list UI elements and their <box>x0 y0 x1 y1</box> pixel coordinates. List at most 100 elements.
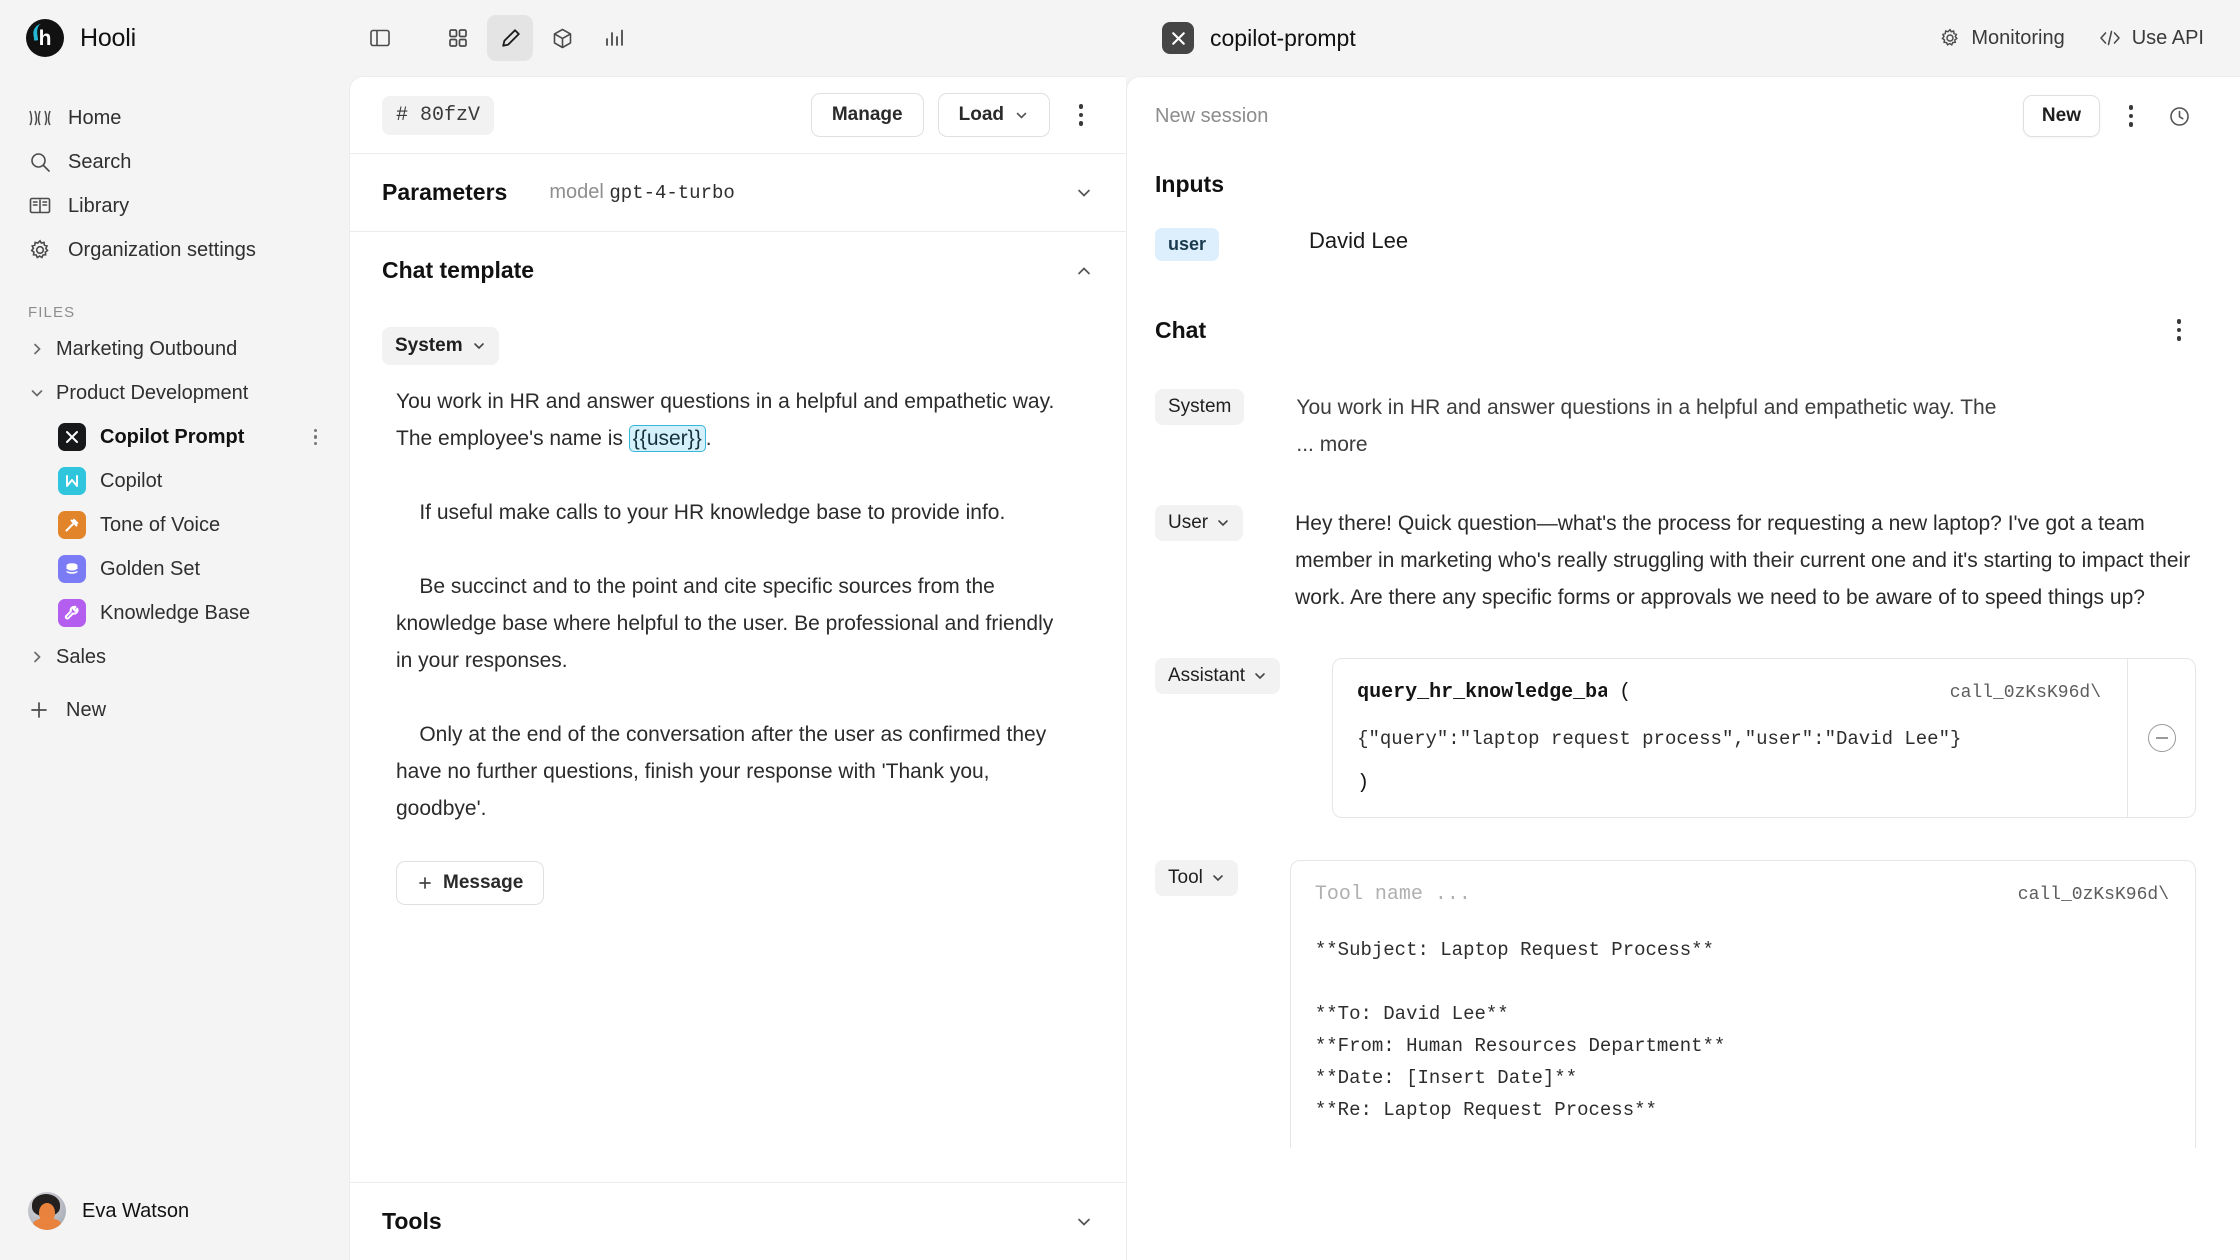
message-role-label: Assistant <box>1168 665 1246 686</box>
session-actions: New <box>2022 95 2196 137</box>
plus-icon <box>28 699 50 721</box>
agent-file-icon <box>58 467 86 495</box>
version-id-chip[interactable]: # 80fzV <box>382 95 495 135</box>
tree-file-copilot-prompt[interactable]: Copilot Prompt <box>16 415 333 459</box>
tree-file-tone-of-voice[interactable]: Tone of Voice <box>16 503 333 547</box>
editor-card-header: # 80fzV Manage Load <box>350 77 1126 153</box>
tree-item-label: Tone of Voice <box>100 513 221 536</box>
template-variable-user[interactable]: {{user}} <box>628 425 706 452</box>
tree-item-label: Marketing Outbound <box>56 337 238 360</box>
template-role-label: System <box>395 335 463 356</box>
bar-chart-icon[interactable] <box>591 15 637 61</box>
use-api-link[interactable]: Use API <box>2099 27 2204 50</box>
add-message-button[interactable]: Message <box>396 861 545 905</box>
message-role-system: System <box>1155 389 1245 425</box>
brand[interactable]: h Hooli <box>26 19 136 57</box>
tree-item-label: Copilot Prompt <box>100 425 245 448</box>
cube-icon[interactable] <box>539 15 585 61</box>
template-role-selector[interactable]: System <box>382 327 499 365</box>
tree-file-knowledge-base[interactable]: Knowledge Base <box>16 591 333 635</box>
grid-icon[interactable] <box>435 15 481 61</box>
new-file-label: New <box>66 698 107 721</box>
prompt-file-icon <box>58 423 86 451</box>
chevron-down-icon[interactable] <box>1074 183 1094 203</box>
hooli-logo-icon: h <box>26 19 64 57</box>
tree-folder-sales[interactable]: Sales <box>16 635 333 679</box>
message-role-tool[interactable]: Tool <box>1155 860 1238 896</box>
home-waves-icon <box>28 106 52 130</box>
chat-more-options-icon[interactable] <box>2162 313 2196 347</box>
tool-result-card: Tool name ... call_0zKsK96d\ **Subject: … <box>1289 860 2196 1148</box>
load-button[interactable]: Load <box>937 93 1050 137</box>
gavel-file-icon <box>58 511 86 539</box>
wrench-file-icon <box>58 599 86 627</box>
chevron-up-icon[interactable] <box>1074 261 1094 281</box>
user-name: Eva Watson <box>82 1199 190 1222</box>
message-role-label: User <box>1168 512 1209 533</box>
parameters-section-header[interactable]: Parameters model gpt-4-turbo <box>350 153 1126 231</box>
pencil-icon[interactable] <box>487 15 533 61</box>
tree-item-label: Product Development <box>56 381 249 404</box>
tool-call-name[interactable]: query_hr_knowledge_ba <box>1357 681 1607 704</box>
show-more-link[interactable]: ... more <box>1296 433 1367 456</box>
chat-template-title: Chat template <box>382 257 535 283</box>
model-key: model <box>549 181 604 203</box>
message-role-user[interactable]: User <box>1155 505 1244 541</box>
new-file-button[interactable]: New <box>0 687 349 733</box>
app-root: h Hooli Home Search Library Organization… <box>0 0 2240 1260</box>
editor-column: # 80fzV Manage Load Parameters model gpt… <box>349 0 1126 1260</box>
chat-template-section-header[interactable]: Chat template <box>350 231 1126 309</box>
sidebar-item-library[interactable]: Library <box>16 184 333 228</box>
prompt-text-before-variable: You work in HR and answer questions in a… <box>396 390 1060 450</box>
files-section-label: FILES <box>28 304 76 321</box>
message-text-system[interactable]: You work in HR and answer questions in a… <box>1296 389 2196 463</box>
tool-name-input[interactable]: Tool name ... <box>1315 883 1471 906</box>
chevron-down-icon[interactable] <box>1074 1212 1094 1232</box>
message-role-label: Tool <box>1168 867 1203 888</box>
tool-result-header: Tool name ... call_0zKsK96d\ <box>1315 883 2169 906</box>
tree-file-golden-set[interactable]: Golden Set <box>16 547 333 591</box>
tools-section-header[interactable]: Tools <box>350 1182 1126 1260</box>
remove-tool-call-icon[interactable] <box>2147 724 2176 752</box>
sidebar-item-label: Library <box>68 194 130 217</box>
message-row-tool: Tool Tool name ... call_0zKsK96d\ **Subj… <box>1155 860 2196 1148</box>
editor-more-options-icon[interactable] <box>1064 98 1098 132</box>
tool-result-output[interactable]: **Subject: Laptop Request Process** **To… <box>1315 934 2169 1126</box>
chevron-right-icon <box>28 648 46 666</box>
manage-button[interactable]: Manage <box>810 93 924 137</box>
tree-item-label: Copilot <box>100 469 163 492</box>
prompt-text-after-variable: . If useful make calls to your HR knowle… <box>396 427 1054 820</box>
tool-call-arguments[interactable]: {"query":"laptop request process","user"… <box>1357 728 2101 750</box>
sidebar-item-home[interactable]: Home <box>16 96 333 140</box>
monitoring-link[interactable]: Monitoring <box>1940 27 2065 50</box>
tree-folder-product-development[interactable]: Product Development <box>16 371 333 415</box>
search-icon <box>28 150 52 174</box>
tree-folder-marketing-outbound[interactable]: Marketing Outbound <box>16 327 333 371</box>
add-message-wrap: Message <box>382 827 1094 905</box>
message-text-user[interactable]: Hey there! Quick question—what's the pro… <box>1295 505 2196 616</box>
sidebar-item-organization-settings[interactable]: Organization settings <box>16 228 333 272</box>
prompt-app-icon <box>1162 22 1194 54</box>
new-session-button[interactable]: New <box>2022 95 2100 137</box>
tool-call-id: call_0zKsK96d\ <box>1949 683 2101 703</box>
message-row-assistant: Assistant query_hr_knowledge_ba ( call_0… <box>1155 658 2196 818</box>
file-tree: Marketing Outbound Product Development C… <box>0 327 349 679</box>
message-role-assistant[interactable]: Assistant <box>1155 658 1281 694</box>
sidebar-item-search[interactable]: Search <box>16 140 333 184</box>
input-value[interactable]: David Lee <box>1309 228 1408 254</box>
message-row-system: System You work in HR and answer questio… <box>1155 389 2196 463</box>
tree-file-copilot[interactable]: Copilot <box>16 459 333 503</box>
session-name[interactable]: New session <box>1155 105 1268 128</box>
parameters-title: Parameters <box>382 179 508 205</box>
session-more-options-icon[interactable] <box>2114 99 2148 133</box>
chevron-down-icon <box>1216 516 1230 530</box>
file-options-kebab-icon[interactable] <box>313 428 322 446</box>
session-body: Inputs user David Lee Chat System You wo… <box>1127 155 2240 1260</box>
system-prompt-text[interactable]: You work in HR and answer questions in a… <box>382 383 1072 827</box>
input-row: user David Lee <box>1155 228 2196 261</box>
sidebar-user-footer[interactable]: Eva Watson <box>0 1192 349 1260</box>
history-clock-icon[interactable] <box>2162 99 2196 133</box>
panel-left-icon[interactable] <box>357 15 403 61</box>
parameters-summary: model gpt-4-turbo <box>549 181 734 204</box>
input-key-badge: user <box>1155 228 1220 261</box>
